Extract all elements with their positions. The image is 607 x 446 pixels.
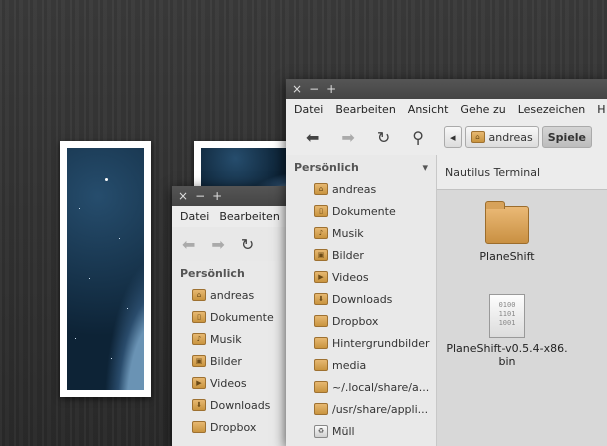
back-arrow-icon[interactable]: ⬅ [182, 235, 195, 254]
tab-bar: Nautilus Terminal [437, 155, 607, 190]
home-folder-icon: ⌂ [470, 131, 485, 143]
sidebar-item-videos[interactable]: ▶ Videos [286, 266, 436, 288]
sidebar-item-andreas[interactable]: ⌂ andreas [286, 178, 436, 200]
maximize-icon[interactable]: + [212, 189, 222, 203]
music-folder-icon: ♪ [192, 333, 206, 345]
folder-icon [314, 315, 328, 327]
videos-folder-icon: ▶ [314, 271, 328, 283]
menubar: Datei Bearbeiten Ansicht Gehe zu Lesezei… [286, 99, 607, 120]
sidebar: Persönlich▾ ⌂andreas ▯Dokumente ♪Musik ▣… [286, 155, 437, 446]
tab-nautilus-terminal[interactable]: Nautilus Terminal [445, 166, 540, 179]
close-icon[interactable]: × [178, 189, 188, 203]
forward-arrow-icon[interactable]: ➡ [341, 128, 354, 147]
home-folder-icon: ⌂ [192, 289, 206, 301]
menu-datei[interactable]: Datei [180, 210, 209, 223]
pathbar-left-button[interactable]: ◂ [444, 126, 462, 148]
file-name-line1: PlaneShift-v0.5.4-x86. [446, 342, 568, 355]
menu-gehe-zu[interactable]: Gehe zu [460, 103, 505, 116]
front-file-manager-window: × − + Datei Bearbeiten Ansicht Gehe zu L… [286, 79, 607, 446]
pathbar-current-button[interactable]: Spiele [541, 126, 593, 148]
sidebar-item-media[interactable]: media [286, 354, 436, 376]
menu-hilfe[interactable]: H [597, 103, 605, 116]
folder-icon [192, 421, 206, 433]
minimize-icon[interactable]: − [309, 82, 319, 96]
pathbar: ◂ ⌂ andreas Spiele [444, 126, 593, 148]
back-arrow-icon[interactable]: ⬅ [306, 128, 319, 147]
home-folder-icon: ⌂ [314, 183, 328, 195]
pathbar-home-button[interactable]: ⌂ andreas [464, 126, 539, 148]
file-item-planeshift-bin[interactable]: 0100 1101 1001 PlaneShift-v0.5.4-x86. bi… [437, 294, 577, 368]
folder-icon [314, 359, 328, 371]
trash-icon: ♻ [314, 424, 328, 438]
search-icon[interactable]: ⚲ [412, 128, 424, 147]
sidebar-item-muell[interactable]: ♻ Müll [286, 420, 436, 442]
folder-icon [314, 403, 328, 415]
music-folder-icon: ♪ [314, 227, 328, 239]
sidebar-item-dokumente[interactable]: ▯ Dokumente [286, 200, 436, 222]
file-view: PlaneShift 0100 1101 1001 PlaneShift-v0.… [437, 190, 607, 446]
menu-datei[interactable]: Datei [294, 103, 323, 116]
menu-bearbeiten[interactable]: Bearbeiten [219, 210, 279, 223]
close-icon[interactable]: × [292, 82, 302, 96]
folder-icon [314, 381, 328, 393]
documents-folder-icon: ▯ [314, 205, 328, 217]
sidebar-item-bilder[interactable]: ▣ Bilder [286, 244, 436, 266]
sidebar-item-local-share[interactable]: ~/.local/share/a... [286, 376, 436, 398]
binary-file-icon: 0100 1101 1001 [489, 294, 525, 338]
forward-arrow-icon[interactable]: ➡ [211, 235, 224, 254]
folder-icon [485, 201, 529, 244]
pictures-folder-icon: ▣ [314, 249, 328, 261]
sidebar-item-dropbox[interactable]: Dropbox [286, 310, 436, 332]
menu-bearbeiten[interactable]: Bearbeiten [335, 103, 395, 116]
sidebar-item-musik[interactable]: ♪ Musik [286, 222, 436, 244]
sidebar-heading: Persönlich▾ [294, 161, 428, 174]
desktop-photo-left [60, 141, 151, 397]
reload-icon[interactable]: ↻ [377, 128, 390, 147]
sidebar-item-downloads[interactable]: ⬇ Downloads [286, 288, 436, 310]
file-item-planeshift[interactable]: PlaneShift [457, 201, 557, 263]
photo-image [67, 148, 144, 390]
file-name-line2: bin [498, 355, 516, 368]
menu-ansicht[interactable]: Ansicht [408, 103, 449, 116]
sidebar-item-usr-share[interactable]: /usr/share/appli... [286, 398, 436, 420]
downloads-folder-icon: ⬇ [192, 399, 206, 411]
minimize-icon[interactable]: − [195, 189, 205, 203]
pictures-folder-icon: ▣ [192, 355, 206, 367]
downloads-folder-icon: ⬇ [314, 293, 328, 305]
reload-icon[interactable]: ↻ [241, 235, 254, 254]
videos-folder-icon: ▶ [192, 377, 206, 389]
sidebar-item-hintergrundbilder[interactable]: Hintergrundbilder [286, 332, 436, 354]
maximize-icon[interactable]: + [326, 82, 336, 96]
menu-lesezeichen[interactable]: Lesezeichen [518, 103, 586, 116]
folder-icon [314, 337, 328, 349]
documents-folder-icon: ▯ [192, 311, 206, 323]
titlebar: × − + [286, 79, 607, 99]
